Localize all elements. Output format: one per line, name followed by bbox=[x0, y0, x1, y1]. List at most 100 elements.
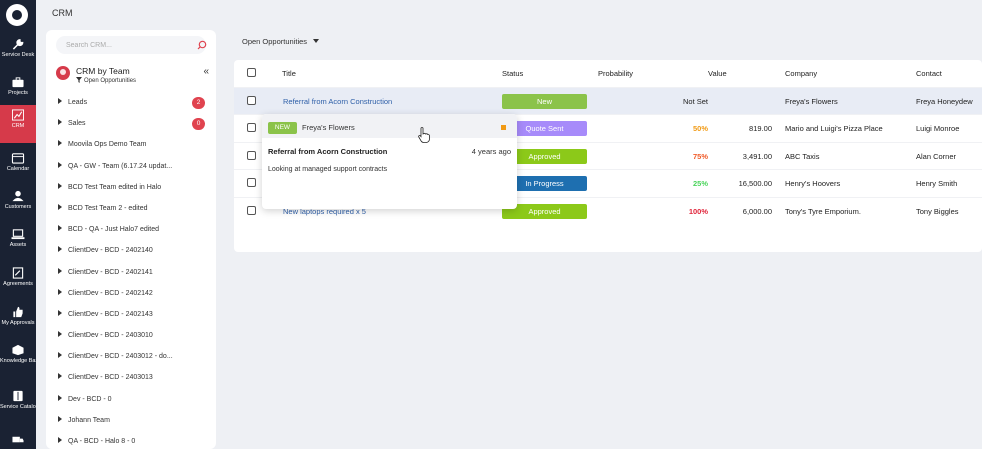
person-icon bbox=[12, 190, 24, 202]
nav-item-calendar[interactable]: Calendar bbox=[0, 148, 36, 186]
expand-arrow-icon[interactable] bbox=[58, 394, 62, 401]
expand-arrow-icon[interactable] bbox=[58, 119, 62, 126]
row-checkbox[interactable] bbox=[247, 123, 256, 133]
expand-arrow-icon[interactable] bbox=[58, 98, 62, 104]
nav-item-label: My Approvals bbox=[1, 320, 35, 326]
expand-arrow-icon[interactable] bbox=[58, 288, 62, 295]
tree-item[interactable]: Moovila Ops Demo Team bbox=[58, 138, 213, 159]
tree-item[interactable]: BCD Test Team 2 - edited bbox=[58, 202, 213, 223]
column-contact[interactable]: Contact bbox=[916, 69, 942, 78]
tree-item[interactable]: QA - BCD - Halo 8 - 0 bbox=[58, 435, 213, 449]
nav-item-agreements[interactable]: Agreements bbox=[0, 263, 36, 301]
nav-item-crm[interactable]: CRM bbox=[0, 105, 36, 143]
expand-arrow-icon[interactable] bbox=[58, 437, 62, 443]
expand-arrow-icon[interactable] bbox=[58, 161, 62, 168]
main-content: Open Opportunities Title Status Probabil… bbox=[222, 30, 982, 449]
column-title[interactable]: Title bbox=[282, 69, 296, 78]
tree-item[interactable]: ClientDev - BCD - 2402141 bbox=[58, 266, 213, 287]
tree-item-label: Johann Team bbox=[68, 416, 110, 424]
tree-item[interactable]: Dev - BCD - 0 bbox=[58, 393, 213, 414]
value-amount: 6,000.00 bbox=[742, 206, 772, 216]
view-selector[interactable]: Open Opportunities bbox=[242, 37, 320, 46]
column-probability[interactable]: Probability bbox=[598, 69, 633, 78]
tree-item[interactable]: Sales 0 bbox=[58, 117, 213, 138]
sidebar-title: CRM by Team bbox=[76, 66, 130, 76]
tree-item[interactable]: BCD Test Team edited in Halo bbox=[58, 181, 213, 202]
sidebar-subtitle[interactable]: Open Opportunities bbox=[76, 77, 136, 84]
priority-indicator bbox=[501, 125, 506, 130]
row-checkbox[interactable] bbox=[247, 96, 256, 105]
pointer-hand-icon bbox=[418, 127, 430, 143]
value-amount: 3,491.00 bbox=[742, 151, 772, 161]
count-badge: 0 bbox=[192, 118, 205, 131]
select-all-checkbox[interactable] bbox=[247, 68, 256, 77]
company-name: Freya's Flowers bbox=[785, 97, 838, 106]
expand-arrow-icon[interactable] bbox=[58, 415, 62, 422]
app-logo[interactable] bbox=[6, 4, 28, 26]
preview-timestamp: 4 years ago bbox=[471, 147, 511, 156]
nav-rail: Service Desk Projects CRM Calendar Customers… bbox=[0, 0, 36, 449]
expand-arrow-icon[interactable] bbox=[58, 140, 62, 147]
column-company[interactable]: Company bbox=[785, 69, 817, 78]
table-row[interactable]: Referral from Acorn Construction New Not S… bbox=[234, 87, 982, 114]
opportunity-title-link[interactable]: Referral from Acorn Construction bbox=[283, 97, 392, 106]
nav-item-service-catalogue[interactable]: Service Catalogue bbox=[0, 386, 36, 424]
tree-item-label: ClientDev - BCD - 2403012 - do... bbox=[68, 353, 173, 361]
tree-item[interactable]: QA - GW - Team (6.17.24 updat... bbox=[58, 160, 213, 181]
tree-item[interactable]: Leads 2 bbox=[58, 96, 213, 117]
tree-item[interactable]: ClientDev - BCD - 2402143 bbox=[58, 308, 213, 329]
nav-item-service-desk[interactable]: Service Desk bbox=[0, 34, 36, 72]
company-name: Tony's Tyre Emporium. bbox=[785, 206, 861, 216]
nav-item-knowledge-base[interactable]: Knowledge Base bbox=[0, 340, 36, 378]
row-checkbox[interactable] bbox=[247, 178, 256, 188]
tree-item[interactable]: ClientDev - BCD - 2402140 bbox=[58, 244, 213, 265]
tree-item[interactable]: ClientDev - BCD - 2403012 - do... bbox=[58, 350, 213, 371]
value-amount: 16,500.00 bbox=[738, 179, 772, 189]
preview-description: Looking at managed support contracts bbox=[268, 166, 388, 173]
expand-arrow-icon[interactable] bbox=[58, 182, 62, 189]
count-badge: 2 bbox=[192, 97, 205, 109]
collapse-sidebar-button[interactable]: « bbox=[203, 66, 209, 77]
sidebar-subtitle-label: Open Opportunities bbox=[84, 78, 137, 84]
nav-item-label: CRM bbox=[11, 123, 25, 129]
expand-arrow-icon[interactable] bbox=[58, 267, 62, 274]
expand-arrow-icon[interactable] bbox=[58, 225, 62, 232]
tree-item-label: Moovila Ops Demo Team bbox=[68, 141, 147, 149]
row-checkbox[interactable] bbox=[247, 150, 256, 160]
tree-item[interactable]: ClientDev - BCD - 2402142 bbox=[58, 287, 213, 308]
expand-arrow-icon[interactable] bbox=[58, 246, 62, 253]
tree-item-label: ClientDev - BCD - 2403013 bbox=[68, 374, 153, 382]
tree-item[interactable]: Johann Team bbox=[58, 414, 213, 435]
opportunity-preview-card[interactable]: NEW Freya's Flowers Referral from Acorn … bbox=[262, 114, 517, 209]
tree-item[interactable]: ClientDev - BCD - 2403013 bbox=[58, 371, 213, 392]
probability-value: 75% bbox=[692, 151, 708, 161]
contact-name: Luigi Monroe bbox=[916, 124, 960, 134]
tree-item-label: ClientDev - BCD - 2402141 bbox=[68, 268, 153, 276]
row-checkbox[interactable] bbox=[247, 205, 256, 215]
nav-item-label: Calendar bbox=[6, 166, 30, 172]
wrench-icon bbox=[12, 39, 24, 50]
column-status[interactable]: Status bbox=[502, 69, 523, 78]
nav-item-my-approvals[interactable]: My Approvals bbox=[0, 302, 36, 340]
expand-arrow-icon[interactable] bbox=[58, 309, 62, 316]
expand-arrow-icon[interactable] bbox=[58, 331, 62, 338]
expand-arrow-icon[interactable] bbox=[58, 373, 62, 380]
tree-item-label: ClientDev - BCD - 2402142 bbox=[68, 289, 153, 297]
calendar-icon bbox=[11, 153, 25, 164]
status-badge: NEW bbox=[268, 122, 297, 134]
expand-arrow-icon[interactable] bbox=[58, 352, 62, 359]
nav-item-truck-icon[interactable] bbox=[0, 430, 36, 449]
nav-item-assets[interactable]: Assets bbox=[0, 224, 36, 262]
nav-item-customers[interactable]: Customers bbox=[0, 186, 36, 224]
column-value[interactable]: Value bbox=[708, 69, 727, 78]
preview-title: Referral from Acorn Construction bbox=[268, 147, 388, 156]
tree-item[interactable]: ClientDev - BCD - 2403010 bbox=[58, 329, 213, 350]
briefcase-icon bbox=[12, 77, 24, 88]
expand-arrow-icon[interactable] bbox=[58, 203, 62, 210]
tree-item-label: Leads bbox=[68, 99, 88, 106]
search-icon[interactable] bbox=[197, 40, 207, 50]
search-input[interactable] bbox=[56, 36, 206, 54]
probability-value: 100% bbox=[688, 206, 708, 216]
document-icon bbox=[12, 267, 24, 279]
tree-item[interactable]: BCD - QA - Just Halo7 edited bbox=[58, 223, 213, 244]
